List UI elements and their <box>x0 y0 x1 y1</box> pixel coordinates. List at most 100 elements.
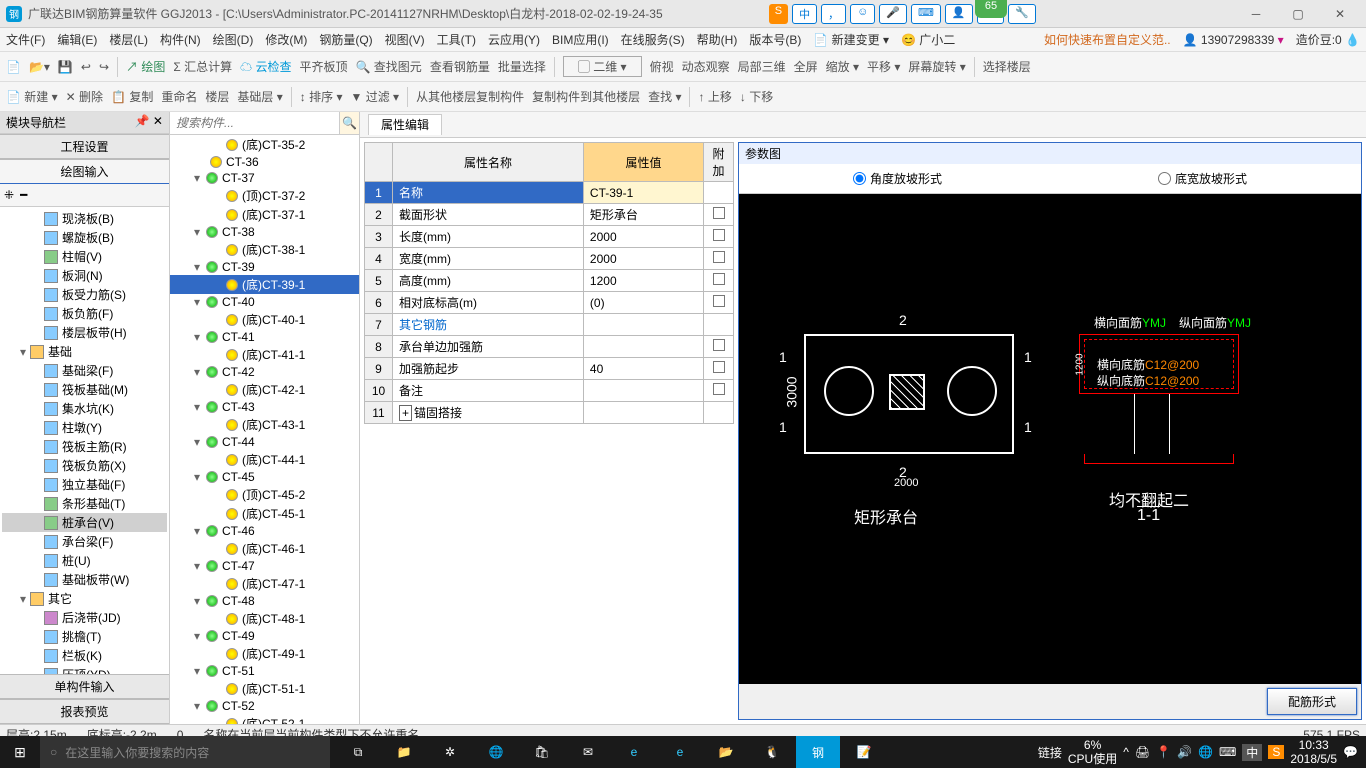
taskbar-search[interactable]: ○ 在这里输入你要搜索的内容 <box>40 736 330 768</box>
nav-item[interactable]: 独立基础(F) <box>2 475 167 494</box>
cloud-check-button[interactable]: ☁ 云检查 <box>240 58 291 75</box>
component-item[interactable]: ▾CT-47 <box>170 558 359 574</box>
batch-select-button[interactable]: 批量选择 <box>498 58 546 75</box>
nav-item[interactable]: ▾基础 <box>2 342 167 361</box>
property-row[interactable]: 1名称CT-39-1 <box>365 182 734 204</box>
tray-up-icon[interactable]: ^ <box>1123 745 1129 759</box>
tray-printer-icon[interactable]: 🖨 <box>1135 745 1150 759</box>
component-item[interactable]: ▾CT-41 <box>170 329 359 345</box>
nav-section-draw[interactable]: 绘图输入 <box>0 159 169 184</box>
maximize-button[interactable]: ▢ <box>1278 2 1318 26</box>
property-row[interactable]: 10备注 <box>365 380 734 402</box>
minimize-button[interactable]: ─ <box>1236 2 1276 26</box>
top-view-button[interactable]: 俯视 <box>650 58 674 75</box>
menu-component[interactable]: 构件(N) <box>160 31 201 48</box>
nav-item[interactable]: 压顶(YD) <box>2 665 167 674</box>
nav-item[interactable]: 板洞(N) <box>2 266 167 285</box>
rotate-button[interactable]: 屏幕旋转 ▾ <box>908 58 965 75</box>
component-item[interactable]: ▾CT-51 <box>170 663 359 679</box>
component-item[interactable]: (底)CT-49-1 <box>170 644 359 663</box>
tb-link[interactable]: 链接 <box>1038 744 1062 761</box>
select-floor-button[interactable]: 选择楼层 <box>983 58 1031 75</box>
nav-item[interactable]: 后浇带(JD) <box>2 608 167 627</box>
component-item[interactable]: ▾CT-43 <box>170 399 359 415</box>
view-2d-dropdown[interactable]: ▢ 二维 ▾ <box>563 56 642 77</box>
property-row[interactable]: 3长度(mm)2000 <box>365 226 734 248</box>
find-button[interactable]: 查找 ▾ <box>648 88 681 105</box>
menu-draw[interactable]: 绘图(D) <box>213 31 254 48</box>
menu-view[interactable]: 视图(V) <box>385 31 425 48</box>
nav-item[interactable]: 基础板带(W) <box>2 570 167 589</box>
tray-notify-icon[interactable]: 💬 <box>1343 745 1358 759</box>
property-row[interactable]: 5高度(mm)1200 <box>365 270 734 292</box>
tray-vol-icon[interactable]: 🔊 <box>1177 745 1192 759</box>
component-item[interactable]: (底)CT-44-1 <box>170 450 359 469</box>
component-item[interactable]: ▾CT-46 <box>170 523 359 539</box>
search-icon[interactable]: 🔍 <box>339 112 359 134</box>
nav-item[interactable]: 板负筋(F) <box>2 304 167 323</box>
property-row[interactable]: 8承台单边加强筋 <box>365 336 734 358</box>
component-item[interactable]: (顶)CT-37-2 <box>170 186 359 205</box>
component-item[interactable]: ▾CT-49 <box>170 628 359 644</box>
component-item[interactable]: ▾CT-38 <box>170 224 359 240</box>
new-change-button[interactable]: 📄 新建变更 ▾ <box>813 31 889 48</box>
menu-tools[interactable]: 工具(T) <box>437 31 476 48</box>
menu-edit[interactable]: 编辑(E) <box>57 31 97 48</box>
nav-item[interactable]: ▾其它 <box>2 589 167 608</box>
open-file-icon[interactable]: 📂▾ <box>29 60 50 74</box>
component-item[interactable]: (底)CT-40-1 <box>170 310 359 329</box>
qq-badge[interactable]: 65 <box>975 0 1007 18</box>
nav-item[interactable]: 楼层板带(H) <box>2 323 167 342</box>
component-item[interactable]: (底)CT-39-1 <box>170 275 359 294</box>
property-row[interactable]: 6相对底标高(m)(0) <box>365 292 734 314</box>
nav-pin-icon[interactable]: 📌 ✕ <box>135 114 163 131</box>
nav-item[interactable]: 集水坑(K) <box>2 399 167 418</box>
property-tab[interactable]: 属性编辑 <box>368 114 442 135</box>
tray-ime-s[interactable]: S <box>1268 745 1284 759</box>
component-item[interactable]: ▾CT-52 <box>170 698 359 714</box>
menu-rebar[interactable]: 钢筋量(Q) <box>319 31 372 48</box>
mail-icon[interactable]: ✉ <box>566 736 610 768</box>
floor-dropdown[interactable]: 基础层 ▾ <box>237 88 282 105</box>
nav-item[interactable]: 筏板负筋(X) <box>2 456 167 475</box>
nav-section-report[interactable]: 报表预览 <box>0 699 169 724</box>
rename-button[interactable]: 重命名 <box>161 88 197 105</box>
filter-button[interactable]: ▼ 过滤 ▾ <box>350 88 399 105</box>
menu-help[interactable]: 帮助(H) <box>697 31 738 48</box>
move-down-button[interactable]: ↓ 下移 <box>740 88 773 105</box>
component-item[interactable]: (底)CT-47-1 <box>170 574 359 593</box>
menu-file[interactable]: 文件(F) <box>6 31 45 48</box>
component-item[interactable]: ▾CT-42 <box>170 364 359 380</box>
property-row[interactable]: 11+锚固搭接 <box>365 402 734 424</box>
component-item[interactable]: ▾CT-44 <box>170 434 359 450</box>
nav-item[interactable]: 柱帽(V) <box>2 247 167 266</box>
store-icon[interactable]: 🛍 <box>520 736 564 768</box>
redo-icon[interactable]: ↪ <box>99 60 109 74</box>
component-item[interactable]: (底)CT-51-1 <box>170 679 359 698</box>
menu-cloud[interactable]: 云应用(Y) <box>488 31 540 48</box>
qq-icon[interactable]: 🐧 <box>750 736 794 768</box>
menu-version[interactable]: 版本号(B) <box>749 31 801 48</box>
nav-item[interactable]: 桩(U) <box>2 551 167 570</box>
nav-item[interactable]: 筏板主筋(R) <box>2 437 167 456</box>
component-item[interactable]: (底)CT-45-1 <box>170 504 359 523</box>
component-item[interactable]: (底)CT-38-1 <box>170 240 359 259</box>
fullscreen-button[interactable]: 全屏 <box>794 58 818 75</box>
view-rebar-button[interactable]: 查看钢筋量 <box>430 58 490 75</box>
copy-to-floor-button[interactable]: 复制构件到其他楼层 <box>532 88 640 105</box>
nav-tab-list-icon[interactable]: ━ <box>20 188 27 202</box>
nav-section-single[interactable]: 单构件输入 <box>0 674 169 699</box>
component-item[interactable]: (底)CT-35-2 <box>170 135 359 154</box>
tutorial-link[interactable]: 如何快速布置自定义范.. <box>1044 31 1171 48</box>
folder-icon[interactable]: 📂 <box>704 736 748 768</box>
component-item[interactable]: ▾CT-39 <box>170 259 359 275</box>
nav-item[interactable]: 基础梁(F) <box>2 361 167 380</box>
flat-top-button[interactable]: 平齐板顶 <box>300 58 348 75</box>
notepad-icon[interactable]: 📝 <box>842 736 886 768</box>
property-table[interactable]: 属性名称 属性值 附加 1名称CT-39-12截面形状矩形承台3长度(mm)20… <box>364 142 734 424</box>
menu-modify[interactable]: 修改(M) <box>265 31 307 48</box>
find-elem-button[interactable]: 🔍 查找图元 <box>356 58 422 75</box>
tray-ime-cn[interactable]: 中 <box>1242 744 1262 761</box>
property-row[interactable]: 2截面形状矩形承台 <box>365 204 734 226</box>
nav-item[interactable]: 螺旋板(B) <box>2 228 167 247</box>
